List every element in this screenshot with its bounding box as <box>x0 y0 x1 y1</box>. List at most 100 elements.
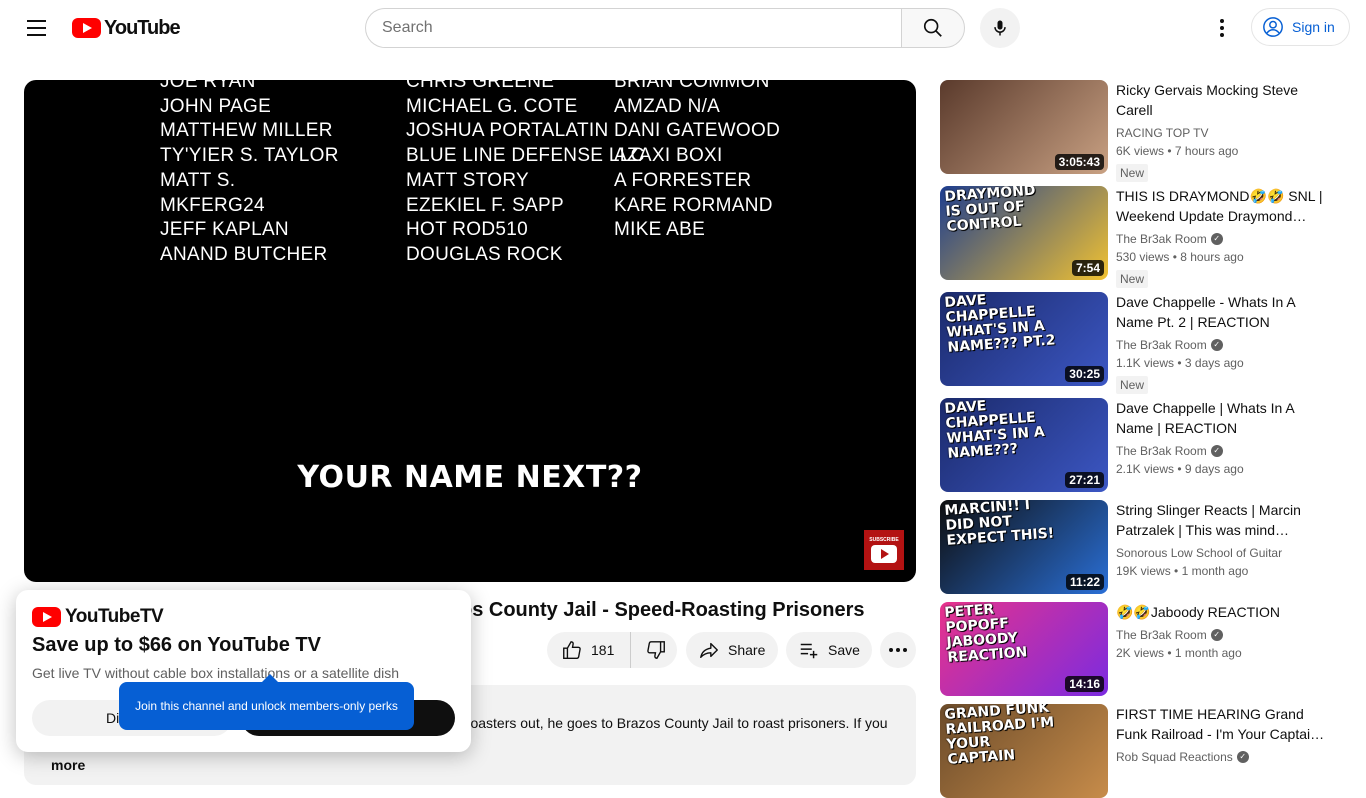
channel-name[interactable]: The Br3ak Room ✓ <box>1116 230 1326 248</box>
upload-age: 9 days ago <box>1184 462 1244 476</box>
verified-icon: ✓ <box>1210 339 1223 351</box>
channel-name[interactable]: The Br3ak Room ✓ <box>1116 336 1326 354</box>
new-badge: New <box>1116 270 1149 288</box>
thumbnail-caption: MARCIN!! I DID NOT EXPECT THIS! <box>943 500 1055 549</box>
video-stats: 6K views • 7 hours ago <box>1116 142 1326 160</box>
video-meta: String Slinger Reacts | Marcin Patrzalek… <box>1116 500 1326 580</box>
account-icon <box>1263 17 1283 37</box>
channel-name[interactable]: The Br3ak Room ✓ <box>1116 626 1326 644</box>
video-thumbnail[interactable]: DAVE CHAPPELLE WHAT'S IN A NAME??? PT.2 3… <box>940 292 1108 386</box>
like-dislike-group: 181 <box>547 632 677 668</box>
share-icon <box>700 642 718 659</box>
search-input[interactable] <box>382 19 902 37</box>
separator-dot: • <box>1164 144 1175 158</box>
video-title[interactable]: 🤣🤣Jaboody REACTION <box>1116 602 1326 622</box>
video-title[interactable]: THIS IS DRAYMOND🤣🤣 SNL | Weekend Update … <box>1116 186 1326 226</box>
video-thumbnail[interactable]: 3:05:43 <box>940 80 1108 174</box>
credit-name: MICHAEL G. COTE <box>406 95 578 117</box>
upload-age: 1 month ago <box>1181 564 1249 578</box>
video-stats: 1.1K views • 3 days ago <box>1116 354 1326 372</box>
dislike-button[interactable] <box>631 632 681 668</box>
search-icon <box>923 18 942 37</box>
credit-name: AZAXI BOXI <box>614 145 723 167</box>
recommended-video[interactable]: DAVE CHAPPELLE WHAT'S IN A NAME??? 27:21 D… <box>940 398 1340 492</box>
credit-name: ANAND BUTCHER <box>160 243 328 265</box>
separator-dot: • <box>1174 462 1185 476</box>
sign-in-button[interactable]: Sign in <box>1251 8 1350 46</box>
playlist-add-icon <box>800 643 818 659</box>
channel-label: Sonorous Low School of Guitar <box>1116 546 1283 560</box>
save-button[interactable]: Save <box>786 632 872 668</box>
video-title[interactable]: FIRST TIME HEARING Grand Funk Railroad -… <box>1116 704 1326 744</box>
video-thumbnail[interactable]: PETER POPOFF JABOODY REACTION 14:16 <box>940 602 1108 696</box>
credits-column-2: CHRIS GREENE MICHAEL G. COTE JOSHUA PORTAL… <box>406 80 645 268</box>
credit-name: BLUE LINE DEFENSE LLC <box>406 145 645 167</box>
credit-name: MATTHEW MILLER <box>160 120 333 142</box>
video-player[interactable]: JOE RYAN JOHN PAGE MATTHEW MILLER TY'YIER S… <box>24 80 916 582</box>
membership-tooltip[interactable]: Join this channel and unlock members-onl… <box>119 674 414 730</box>
credit-name: DOUGLAS ROCK <box>406 243 563 265</box>
video-meta: THIS IS DRAYMOND🤣🤣 SNL | Weekend Update … <box>1116 186 1326 288</box>
duration-badge: 7:54 <box>1071 260 1104 276</box>
like-button[interactable]: 181 <box>547 632 632 668</box>
video-title[interactable]: Dave Chappelle | Whats In A Name | REACT… <box>1116 398 1326 438</box>
credits-column-1: JOE RYAN JOHN PAGE MATTHEW MILLER TY'YIER S… <box>160 80 339 268</box>
share-button[interactable]: Share <box>686 632 778 668</box>
channel-name[interactable]: The Br3ak Room ✓ <box>1116 442 1326 460</box>
description-more[interactable]: more <box>51 755 85 775</box>
recommended-video[interactable]: DRAYMOND IS OUT OF CONTROL 7:54 THIS IS DR… <box>940 186 1340 288</box>
upload-age: 1 month ago <box>1174 646 1242 660</box>
view-count: 19K views <box>1116 564 1171 578</box>
duration-badge: 27:21 <box>1065 472 1104 488</box>
credit-name: MATT S. <box>160 169 236 191</box>
more-actions-button[interactable] <box>880 632 916 668</box>
video-title[interactable]: Ricky Gervais Mocking Steve Carell <box>1116 80 1326 120</box>
upload-age: 3 days ago <box>1184 356 1244 370</box>
recommended-video[interactable]: PETER POPOFF JABOODY REACTION 14:16 🤣🤣Jabo… <box>940 602 1340 696</box>
thumbnail-caption: GRAND FUNK RAILROAD I'M YOUR CAPTAIN <box>943 704 1055 768</box>
subscribe-watermark[interactable]: SUBSCRIBE <box>864 530 904 570</box>
video-thumbnail[interactable]: GRAND FUNK RAILROAD I'M YOUR CAPTAIN <box>940 704 1108 798</box>
channel-label: Rob Squad Reactions <box>1116 750 1233 764</box>
credit-name: TY'YIER S. TAYLOR <box>160 145 339 167</box>
credit-name: HOT ROD510 <box>406 219 528 241</box>
sign-in-label: Sign in <box>1292 19 1335 35</box>
video-thumbnail[interactable]: MARCIN!! I DID NOT EXPECT THIS! 11:22 <box>940 500 1108 594</box>
youtube-logo[interactable]: YouTube <box>72 17 181 39</box>
video-thumbnail[interactable]: DRAYMOND IS OUT OF CONTROL 7:54 <box>940 186 1108 280</box>
recommended-video[interactable]: DAVE CHAPPELLE WHAT'S IN A NAME??? PT.2 3… <box>940 292 1340 394</box>
credit-name: MATT STORY <box>406 169 530 191</box>
credit-name: DANI GATEWOOD <box>614 120 781 142</box>
channel-name[interactable]: Sonorous Low School of Guitar <box>1116 544 1326 562</box>
share-label: Share <box>728 642 766 658</box>
video-title[interactable]: String Slinger Reacts | Marcin Patrzalek… <box>1116 500 1326 540</box>
channel-label: The Br3ak Room <box>1116 628 1207 642</box>
recommended-video[interactable]: 3:05:43 Ricky Gervais Mocking Steve Carel… <box>940 80 1340 182</box>
video-meta: FIRST TIME HEARING Grand Funk Railroad -… <box>1116 704 1326 766</box>
channel-name[interactable]: Rob Squad Reactions ✓ <box>1116 748 1326 766</box>
voice-search-button[interactable] <box>980 8 1020 48</box>
settings-menu-icon[interactable] <box>1202 8 1242 48</box>
separator-dot: • <box>1169 250 1181 264</box>
video-overlay-text: YOUR NAME NEXT?? <box>297 460 643 495</box>
video-stats: 19K views • 1 month ago <box>1116 562 1326 580</box>
verified-icon: ✓ <box>1210 233 1223 245</box>
verified-icon: ✓ <box>1236 751 1249 763</box>
duration-badge: 30:25 <box>1065 366 1104 382</box>
credit-name: CHRIS GREENE <box>406 80 555 92</box>
search-button[interactable] <box>901 8 965 48</box>
recommended-video[interactable]: MARCIN!! I DID NOT EXPECT THIS! 11:22 Stri… <box>940 500 1340 594</box>
video-stats: 2.1K views • 9 days ago <box>1116 460 1326 478</box>
video-meta: Ricky Gervais Mocking Steve Carell RACING… <box>1116 80 1326 182</box>
search-box[interactable] <box>365 8 902 48</box>
menu-icon[interactable] <box>16 8 56 48</box>
video-thumbnail[interactable]: DAVE CHAPPELLE WHAT'S IN A NAME??? 27:21 <box>940 398 1108 492</box>
channel-name[interactable]: RACING TOP TV <box>1116 124 1326 142</box>
duration-badge: 3:05:43 <box>1054 154 1104 170</box>
channel-label: The Br3ak Room <box>1116 232 1207 246</box>
thumbs-up-icon <box>563 641 581 659</box>
thumbnail-caption: PETER POPOFF JABOODY REACTION <box>943 602 1028 666</box>
recommended-video[interactable]: GRAND FUNK RAILROAD I'M YOUR CAPTAIN FIRS… <box>940 704 1340 798</box>
video-title[interactable]: Dave Chappelle - Whats In A Name Pt. 2 |… <box>1116 292 1326 332</box>
separator-dot: • <box>1174 356 1185 370</box>
